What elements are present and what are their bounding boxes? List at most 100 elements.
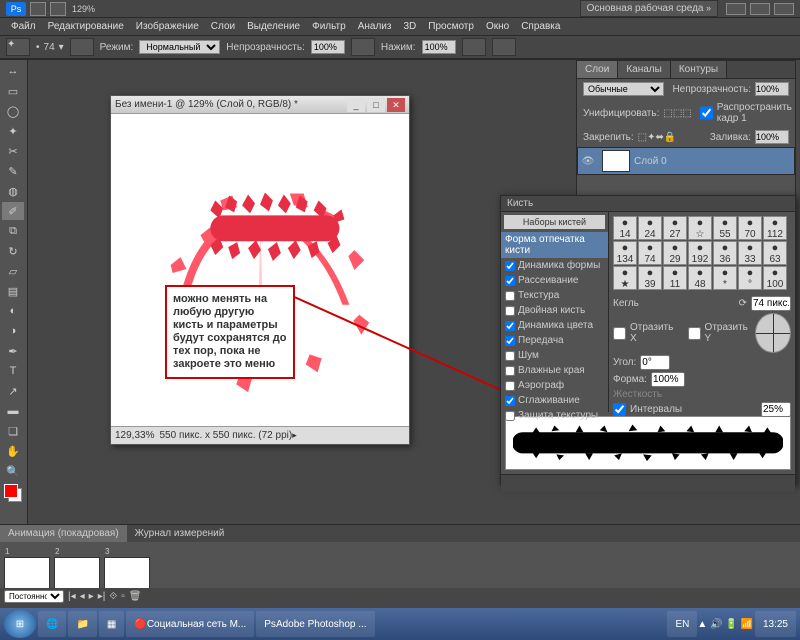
tablet-pressure-opacity[interactable] <box>351 38 375 56</box>
tween-button[interactable]: ⟐ <box>109 591 117 602</box>
lasso-tool[interactable]: ◯ <box>2 102 24 120</box>
taskbar-pin[interactable]: 📁 <box>68 611 96 637</box>
zoom-tool[interactable]: 🔍 <box>2 462 24 480</box>
brush-preset-picker[interactable]: ✦ <box>6 38 30 56</box>
doc-minimize[interactable]: _ <box>347 98 365 112</box>
healing-tool[interactable]: ◍ <box>2 182 24 200</box>
spacing-checkbox[interactable] <box>613 403 626 416</box>
canvas[interactable] <box>111 114 409 426</box>
brush-option-Двойная кисть[interactable]: Двойная кисть <box>501 303 608 318</box>
menu-edit[interactable]: Редактирование <box>43 21 129 32</box>
taskbar-task-photoshop[interactable]: Ps Adobe Photoshop ... <box>256 611 374 637</box>
brush-option-Передача[interactable]: Передача <box>501 333 608 348</box>
first-frame-button[interactable]: |◂ <box>68 591 76 602</box>
propagate-checkbox[interactable] <box>700 106 713 120</box>
brush-panel-title[interactable]: Кисть <box>501 196 795 212</box>
unify-icons[interactable]: ⬚⬚⬚ <box>663 108 691 119</box>
screen-mode-button[interactable] <box>30 2 46 16</box>
brush-option-Динамика формы[interactable]: Динамика формы <box>501 258 608 273</box>
taskbar-pin[interactable]: ▦ <box>99 611 124 637</box>
roundness-input[interactable] <box>651 372 685 387</box>
brush-option-Влажные края[interactable]: Влажные края <box>501 363 608 378</box>
color-swatch[interactable] <box>4 484 22 502</box>
brush-thumb[interactable]: ●48 <box>688 266 712 290</box>
brush-panel-toggle[interactable] <box>70 38 94 56</box>
menu-window[interactable]: Окно <box>481 21 514 32</box>
eyedropper-tool[interactable]: ✎ <box>2 162 24 180</box>
pen-tool[interactable]: ✒ <box>2 342 24 360</box>
brush-thumb[interactable]: ●74 <box>638 241 662 265</box>
layer-name[interactable]: Слой 0 <box>634 156 667 167</box>
menu-3d[interactable]: 3D <box>398 21 421 32</box>
start-button[interactable]: ⊞ <box>4 610 36 638</box>
brush-tip-shape[interactable]: Форма отпечатка кисти <box>501 232 608 258</box>
menu-help[interactable]: Справка <box>516 21 565 32</box>
brush-thumb[interactable]: ●° <box>738 266 762 290</box>
hand-tool[interactable]: ✋ <box>2 442 24 460</box>
opacity-input[interactable] <box>311 40 345 54</box>
crop-tool[interactable]: ✂ <box>2 142 24 160</box>
brush-thumb[interactable]: ●24 <box>638 216 662 240</box>
flipx-checkbox[interactable] <box>613 327 626 340</box>
taskbar-tray[interactable]: ▲ 🔊 🔋 📶 <box>697 619 753 630</box>
brush-thumb[interactable]: ●11 <box>663 266 687 290</box>
brush-thumb[interactable]: ●29 <box>663 241 687 265</box>
loop-select[interactable]: Постоянно <box>4 590 64 603</box>
maximize-button[interactable] <box>750 3 770 15</box>
next-frame-button[interactable]: ▸| <box>98 591 106 602</box>
brush-thumb[interactable]: ●* <box>713 266 737 290</box>
brush-thumb[interactable]: ●39 <box>638 266 662 290</box>
workspace-switcher[interactable]: Основная рабочая среда » <box>580 0 718 17</box>
blend-mode-select[interactable]: Нормальный <box>139 40 220 54</box>
menu-filter[interactable]: Фильтр <box>307 21 351 32</box>
wand-tool[interactable]: ✦ <box>2 122 24 140</box>
brush-presets-button[interactable]: Наборы кистей <box>504 215 605 229</box>
history-brush-tool[interactable]: ↻ <box>2 242 24 260</box>
tablet-pressure-size[interactable] <box>492 38 516 56</box>
brush-thumbnails[interactable]: ●14●24●27●☆●55●70●112●134●74●29●192●36●3… <box>613 216 791 290</box>
stamp-tool[interactable]: ⧉ <box>2 222 24 240</box>
move-tool[interactable]: ↔ <box>2 62 24 80</box>
close-button[interactable] <box>774 3 794 15</box>
blend-mode-layers[interactable]: Обычные <box>583 82 664 96</box>
taskbar-task-browser[interactable]: 🔴 Социальная сеть М... <box>126 611 254 637</box>
menu-view[interactable]: Просмотр <box>423 21 479 32</box>
menu-image[interactable]: Изображение <box>131 21 204 32</box>
brush-option-Рассеивание[interactable]: Рассеивание <box>501 273 608 288</box>
brush-thumb[interactable]: ●★ <box>613 266 637 290</box>
menu-layer[interactable]: Слои <box>206 21 240 32</box>
tab-measurements[interactable]: Журнал измерений <box>127 525 233 542</box>
brush-option-Защита текстуры[interactable]: Защита текстуры <box>501 408 608 423</box>
brush-thumb[interactable]: ●112 <box>763 216 787 240</box>
arrange-button[interactable] <box>50 2 66 16</box>
visibility-icon[interactable]: 👁 <box>578 156 598 167</box>
marquee-tool[interactable]: ▭ <box>2 82 24 100</box>
brush-option-Сглаживание[interactable]: Сглаживание <box>501 393 608 408</box>
doc-maximize[interactable]: □ <box>367 98 385 112</box>
tab-animation[interactable]: Анимация (покадровая) <box>0 525 127 542</box>
document-titlebar[interactable]: Без имени-1 @ 129% (Слой 0, RGB/8) * _ □… <box>111 96 409 114</box>
brush-option-Динамика цвета[interactable]: Динамика цвета <box>501 318 608 333</box>
taskbar-clock[interactable]: 13:25 <box>755 611 796 637</box>
angle-dial[interactable] <box>755 313 791 353</box>
layer-opacity-input[interactable] <box>755 82 789 96</box>
brush-thumb[interactable]: ●63 <box>763 241 787 265</box>
type-tool[interactable]: T <box>2 362 24 380</box>
flipy-checkbox[interactable] <box>688 327 701 340</box>
minimize-button[interactable] <box>726 3 746 15</box>
tab-paths[interactable]: Контуры <box>671 61 727 78</box>
size-input[interactable] <box>751 296 791 311</box>
lock-icons[interactable]: ⬚✦⬌🔒 <box>638 132 677 143</box>
fill-input[interactable] <box>755 130 789 144</box>
doc-close[interactable]: ✕ <box>387 98 405 112</box>
brush-thumb[interactable]: ●192 <box>688 241 712 265</box>
menu-analysis[interactable]: Анализ <box>353 21 397 32</box>
spacing-input[interactable] <box>761 402 791 417</box>
delete-frame-button[interactable]: 🗑 <box>129 591 142 602</box>
menu-select[interactable]: Выделение <box>242 21 305 32</box>
tab-layers[interactable]: Слои <box>577 61 618 78</box>
blur-tool[interactable]: ◐ <box>2 302 24 320</box>
brush-size-option[interactable]: • 74 ▾ <box>36 42 64 53</box>
brush-thumb[interactable]: ●100 <box>763 266 787 290</box>
play-button[interactable]: ▸ <box>89 591 94 602</box>
